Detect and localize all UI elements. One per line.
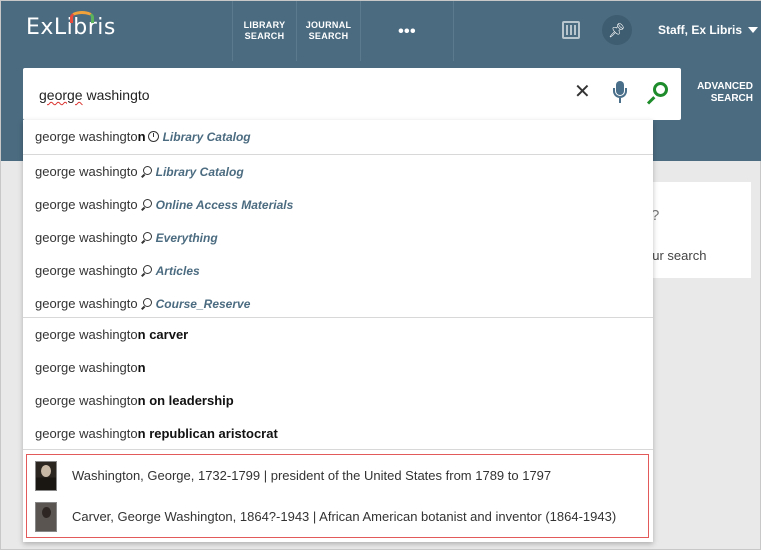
suggestion-bold: n — [137, 360, 146, 375]
search-icon — [141, 298, 152, 309]
suggestion-item[interactable]: george washingto Online Access Materials — [23, 188, 653, 221]
nav-journal-search[interactable]: JOURNAL SEARCH — [296, 1, 360, 61]
nav-journal-search-line1: JOURNAL — [305, 20, 352, 30]
suggestion-scope: Library Catalog — [162, 129, 251, 144]
search-icon — [141, 199, 152, 210]
authority-text: Washington, George, 1732-1799 | presiden… — [72, 468, 552, 483]
portrait-thumbnail — [35, 501, 57, 532]
search-go-icon[interactable] — [646, 82, 669, 105]
suggestion-prefix: george washingto — [35, 263, 138, 278]
suggestion-scope: Library Catalog — [155, 164, 244, 179]
suggestion-scope: Online Access Materials — [155, 197, 294, 212]
suggestion-prefix: george washingto — [35, 360, 138, 375]
search-query: george washingto — [39, 87, 150, 103]
user-name: Staff, Ex Libris — [658, 23, 743, 37]
mic-stem — [619, 98, 621, 103]
background-card: ? our search — [641, 182, 751, 278]
suggestion-item[interactable]: george washingto n republican aristocrat — [23, 417, 653, 450]
pin-icon[interactable]: 📌︎ — [602, 15, 632, 45]
search-input[interactable]: george washingto ✕ — [23, 68, 681, 120]
suggestion-item[interactable]: george washingto n on leadership — [23, 384, 653, 417]
exlibris-logo[interactable]: ExLibris — [26, 11, 116, 40]
search-icon — [141, 232, 152, 243]
search-go-handle — [646, 96, 656, 105]
mic-cup — [613, 88, 627, 98]
suggestion-prefix: george washingto — [35, 393, 138, 408]
search-go-ring — [653, 82, 668, 97]
suggestion-prefix: george washingto — [35, 164, 138, 179]
portrait-thumbnail — [35, 460, 57, 491]
advanced-search-link[interactable]: ADVANCED SEARCH — [693, 81, 753, 105]
suggestion-prefix: george washingto — [35, 426, 138, 441]
clear-icon[interactable]: ✕ — [574, 82, 591, 102]
authority-item[interactable]: Carver, George Washington, 1864?-1943 | … — [27, 496, 648, 537]
search-icon — [141, 166, 152, 177]
suggestion-scope: Everything — [155, 230, 218, 245]
qr-code-icon[interactable] — [562, 21, 580, 39]
suggestion-bold: n on leadership — [137, 393, 234, 408]
suggestion-item[interactable]: george washingto n — [23, 351, 653, 384]
suggestion-prefix: george washingto — [35, 129, 138, 144]
suggestion-item[interactable]: george washingto Course_Reserve — [23, 287, 653, 320]
logo-arc-icon — [70, 11, 94, 23]
microphone-icon[interactable] — [613, 81, 627, 105]
top-bar: ExLibris LIBRARY SEARCH JOURNAL SEARCH •… — [1, 1, 761, 61]
suggestion-prefix: george washingto — [35, 296, 138, 311]
suggestion-prefix: george washingto — [35, 327, 138, 342]
suggestion-prefix: george washingto — [35, 230, 138, 245]
nav-library-search[interactable]: LIBRARY SEARCH — [232, 1, 296, 61]
more-dots-icon: ••• — [398, 22, 416, 40]
divider — [23, 449, 653, 450]
authority-text: Carver, George Washington, 1864?-1943 | … — [72, 509, 617, 524]
search-icon — [141, 265, 152, 276]
nav-journal-search-line2: SEARCH — [308, 31, 349, 41]
suggestion-item[interactable]: george washingto n carver — [23, 318, 653, 351]
suggestion-bold: n — [137, 129, 146, 144]
user-menu[interactable]: Staff, Ex Libris — [658, 23, 759, 37]
suggestion-item[interactable]: george washingto Library Catalog — [23, 155, 653, 188]
suggestion-scope: Course_Reserve — [155, 296, 251, 311]
authority-item[interactable]: Washington, George, 1732-1799 | presiden… — [27, 455, 648, 496]
authority-suggestions-box: Washington, George, 1732-1799 | presiden… — [26, 454, 649, 538]
suggestion-item[interactable]: george washingto Articles — [23, 254, 653, 287]
nav-library-search-line1: LIBRARY — [243, 20, 286, 30]
search-query-misspelled: george — [39, 87, 83, 103]
nav-library-search-line2: SEARCH — [244, 31, 285, 41]
background-card-text: our search — [645, 248, 707, 263]
suggestion-prefix: george washingto — [35, 197, 138, 212]
more-menu-button[interactable]: ••• — [360, 1, 454, 61]
suggestion-bold: n carver — [137, 327, 189, 342]
suggestion-scope: Articles — [155, 263, 200, 278]
advanced-line1: ADVANCED — [697, 81, 753, 92]
advanced-line2: SEARCH — [710, 93, 753, 104]
suggestion-bold: n republican aristocrat — [137, 426, 278, 441]
suggestion-item[interactable]: george washingto Everything — [23, 221, 653, 254]
suggestion-item[interactable]: george washingto n Library Catalog — [23, 120, 653, 153]
suggestion-dropdown: george washingto n Library Catalog george… — [23, 120, 653, 542]
clock-icon — [147, 131, 159, 142]
search-query-rest: washingto — [82, 87, 150, 103]
caret-down-icon — [748, 27, 759, 33]
